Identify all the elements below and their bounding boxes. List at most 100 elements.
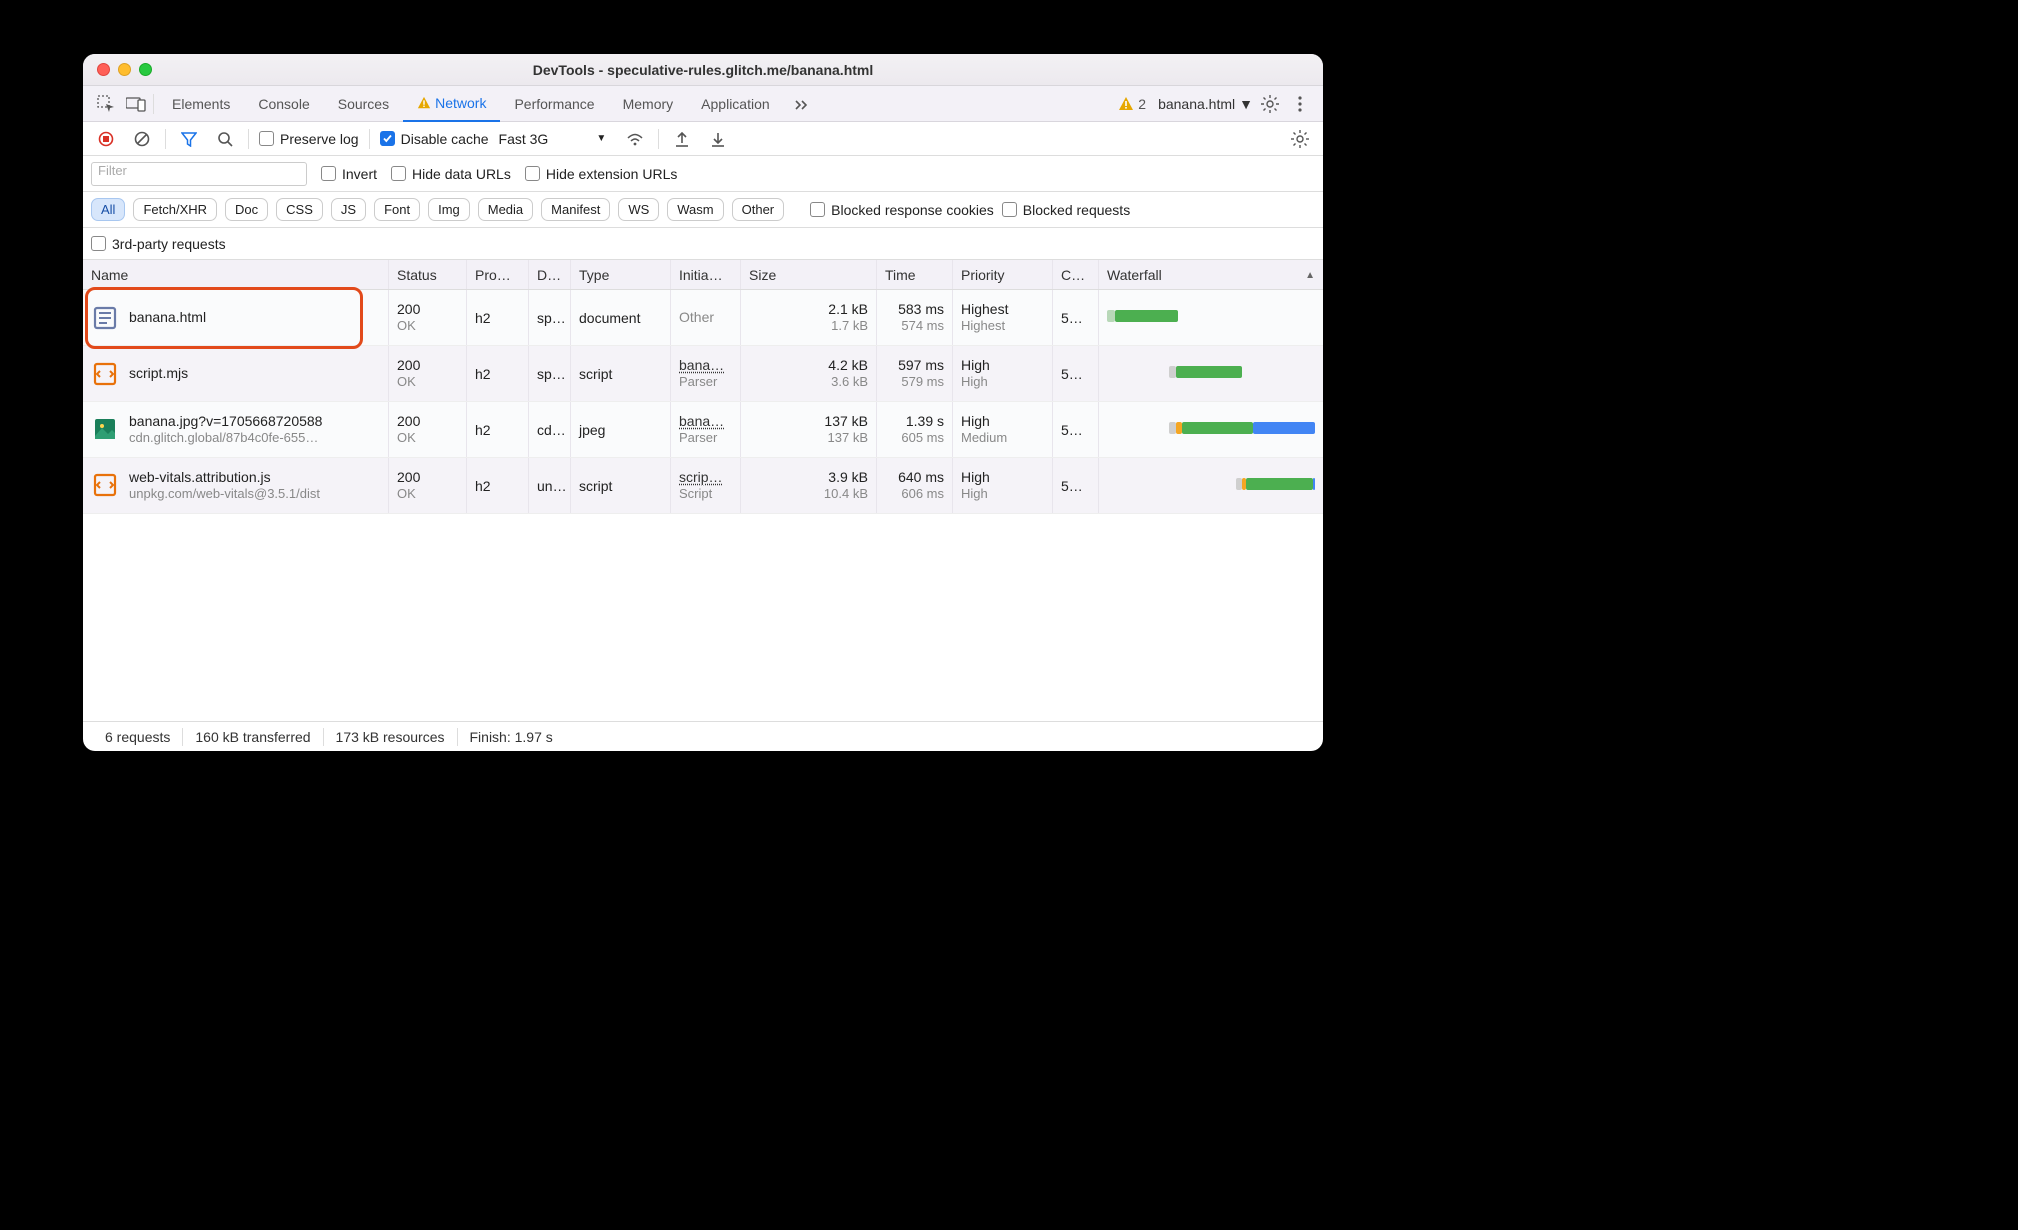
table-row[interactable]: banana.html200OKh2sp…documentOther2.1 kB… bbox=[83, 290, 1323, 346]
table-row[interactable]: script.mjs200OKh2sp…scriptbana…Parser4.2… bbox=[83, 346, 1323, 402]
col-protocol[interactable]: Pro… bbox=[467, 260, 529, 289]
filter-pill-other[interactable]: Other bbox=[732, 198, 785, 221]
cell-waterfall bbox=[1099, 290, 1323, 345]
filter-input[interactable]: Filter bbox=[91, 162, 307, 186]
status-finish: Finish: 1.97 s bbox=[458, 729, 565, 745]
invert-checkbox[interactable]: Invert bbox=[321, 166, 377, 182]
blocked-requests-checkbox[interactable]: Blocked requests bbox=[1002, 202, 1130, 218]
table-row[interactable]: banana.jpg?v=1705668720588cdn.glitch.glo… bbox=[83, 402, 1323, 458]
titlebar: DevTools - speculative-rules.glitch.me/b… bbox=[83, 54, 1323, 86]
col-size[interactable]: Size bbox=[741, 260, 877, 289]
hide-data-urls-checkbox[interactable]: Hide data URLs bbox=[391, 166, 511, 182]
warning-icon bbox=[417, 96, 431, 110]
cell-connection: 5… bbox=[1053, 402, 1099, 457]
more-icon[interactable] bbox=[1287, 91, 1313, 117]
cell-status: 200OK bbox=[389, 402, 467, 457]
settings-icon[interactable] bbox=[1257, 91, 1283, 117]
cell-protocol: h2 bbox=[467, 346, 529, 401]
hide-extension-urls-checkbox[interactable]: Hide extension URLs bbox=[525, 166, 678, 182]
filter-pill-media[interactable]: Media bbox=[478, 198, 533, 221]
filter-pill-font[interactable]: Font bbox=[374, 198, 420, 221]
filter-pill-ws[interactable]: WS bbox=[618, 198, 659, 221]
col-waterfall[interactable]: Waterfall▲ bbox=[1099, 260, 1323, 289]
more-tabs-icon[interactable] bbox=[788, 91, 814, 117]
col-initiator[interactable]: Initia… bbox=[671, 260, 741, 289]
checkbox-icon bbox=[810, 202, 825, 217]
network-conditions-icon[interactable] bbox=[622, 126, 648, 152]
minimize-window-button[interactable] bbox=[118, 63, 131, 76]
file-icon bbox=[91, 304, 119, 332]
filter-pill-manifest[interactable]: Manifest bbox=[541, 198, 610, 221]
third-party-checkbox[interactable]: 3rd-party requests bbox=[91, 236, 226, 252]
col-status[interactable]: Status bbox=[389, 260, 467, 289]
cell-connection: 5… bbox=[1053, 346, 1099, 401]
record-button[interactable] bbox=[93, 126, 119, 152]
checkbox-icon bbox=[259, 131, 274, 146]
preserve-log-checkbox[interactable]: Preserve log bbox=[259, 131, 359, 147]
status-requests: 6 requests bbox=[93, 729, 182, 745]
col-domain[interactable]: D… bbox=[529, 260, 571, 289]
tab-application[interactable]: Application bbox=[687, 86, 784, 122]
cell-size: 2.1 kB1.7 kB bbox=[741, 290, 877, 345]
zoom-window-button[interactable] bbox=[139, 63, 152, 76]
file-icon bbox=[91, 471, 119, 499]
cell-type: script bbox=[571, 346, 671, 401]
cell-status: 200OK bbox=[389, 346, 467, 401]
cell-protocol: h2 bbox=[467, 402, 529, 457]
tab-console[interactable]: Console bbox=[244, 86, 323, 122]
col-time[interactable]: Time bbox=[877, 260, 953, 289]
tab-network[interactable]: Network bbox=[403, 86, 500, 122]
close-window-button[interactable] bbox=[97, 63, 110, 76]
status-transferred: 160 kB transferred bbox=[183, 729, 322, 745]
search-icon[interactable] bbox=[212, 126, 238, 152]
col-name[interactable]: Name bbox=[83, 260, 389, 289]
issues-badge[interactable]: 2 bbox=[1110, 86, 1154, 122]
filter-pill-js[interactable]: JS bbox=[331, 198, 366, 221]
tab-elements[interactable]: Elements bbox=[158, 86, 244, 122]
cell-name: banana.jpg?v=1705668720588cdn.glitch.glo… bbox=[83, 402, 389, 457]
cell-time: 597 ms579 ms bbox=[877, 346, 953, 401]
filter-pill-css[interactable]: CSS bbox=[276, 198, 323, 221]
checkbox-icon bbox=[321, 166, 336, 181]
cell-size: 137 kB137 kB bbox=[741, 402, 877, 457]
filter-pill-fetchxhr[interactable]: Fetch/XHR bbox=[133, 198, 217, 221]
target-selector[interactable]: banana.html ▼ bbox=[1158, 96, 1253, 112]
throttling-selector[interactable]: Fast 3G ▼ bbox=[499, 131, 613, 147]
filter-pill-all[interactable]: All bbox=[91, 198, 125, 221]
cell-waterfall bbox=[1099, 346, 1323, 401]
inspect-element-icon[interactable] bbox=[93, 91, 119, 117]
tab-sources[interactable]: Sources bbox=[324, 86, 403, 122]
clear-button[interactable] bbox=[129, 126, 155, 152]
import-har-icon[interactable] bbox=[669, 126, 695, 152]
export-har-icon[interactable] bbox=[705, 126, 731, 152]
filter-icon[interactable] bbox=[176, 126, 202, 152]
col-connection[interactable]: C… bbox=[1053, 260, 1099, 289]
cell-type: document bbox=[571, 290, 671, 345]
filter-pill-wasm[interactable]: Wasm bbox=[667, 198, 723, 221]
col-type[interactable]: Type bbox=[571, 260, 671, 289]
col-priority[interactable]: Priority bbox=[953, 260, 1053, 289]
network-toolbar: Preserve log Disable cache Fast 3G ▼ bbox=[83, 122, 1323, 156]
tab-performance[interactable]: Performance bbox=[500, 86, 608, 122]
cell-size: 3.9 kB10.4 kB bbox=[741, 458, 877, 513]
cell-time: 1.39 s605 ms bbox=[877, 402, 953, 457]
cell-name: banana.html bbox=[83, 290, 389, 345]
file-icon bbox=[91, 360, 119, 388]
disable-cache-checkbox[interactable]: Disable cache bbox=[380, 131, 489, 147]
blocked-cookies-checkbox[interactable]: Blocked response cookies bbox=[810, 202, 994, 218]
network-table: Name Status Pro… D… Type Initia… Size Ti… bbox=[83, 260, 1323, 721]
cell-name: script.mjs bbox=[83, 346, 389, 401]
cell-status: 200OK bbox=[389, 290, 467, 345]
table-row[interactable]: web-vitals.attribution.jsunpkg.com/web-v… bbox=[83, 458, 1323, 514]
filter-pill-doc[interactable]: Doc bbox=[225, 198, 268, 221]
devtools-window: DevTools - speculative-rules.glitch.me/b… bbox=[83, 54, 1323, 751]
cell-time: 640 ms606 ms bbox=[877, 458, 953, 513]
cell-initiator: scrip…Script bbox=[671, 458, 741, 513]
warning-count: 2 bbox=[1138, 96, 1146, 112]
window-controls bbox=[97, 63, 152, 76]
device-toolbar-icon[interactable] bbox=[123, 91, 149, 117]
filter-pill-img[interactable]: Img bbox=[428, 198, 470, 221]
dropdown-icon: ▼ bbox=[596, 133, 606, 144]
network-settings-icon[interactable] bbox=[1287, 126, 1313, 152]
tab-memory[interactable]: Memory bbox=[609, 86, 688, 122]
